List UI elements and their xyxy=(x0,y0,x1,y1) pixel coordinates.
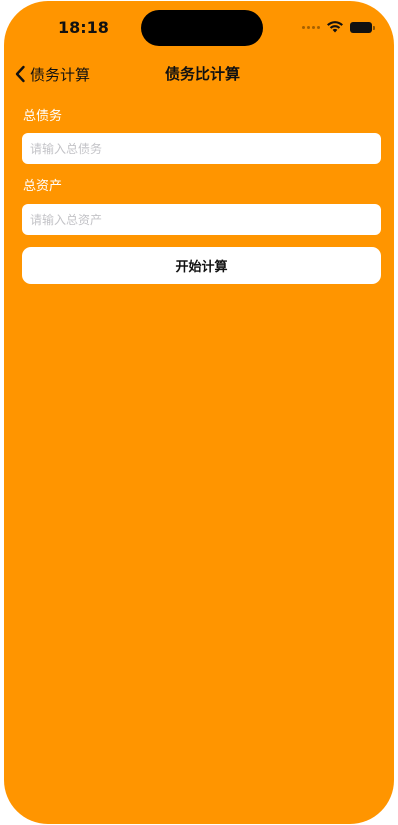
battery-icon xyxy=(350,21,375,33)
page-title: 债务比计算 xyxy=(164,65,240,83)
total-assets-label: 总资产 xyxy=(23,179,63,194)
start-calculation-button[interactable]: 开始计算 xyxy=(22,247,381,284)
status-time: 18:18 xyxy=(58,18,109,37)
dynamic-island xyxy=(141,10,263,46)
total-debt-label: 总债务 xyxy=(23,109,63,124)
status-icons xyxy=(302,21,375,33)
total-assets-input[interactable] xyxy=(22,204,381,235)
total-debt-input[interactable] xyxy=(22,133,381,164)
app-screen: 18:18 债务计算 债务比计算 总债务 总资产 开始计算 xyxy=(4,1,394,824)
signal-dots-icon xyxy=(302,25,320,29)
wifi-icon xyxy=(327,21,343,33)
